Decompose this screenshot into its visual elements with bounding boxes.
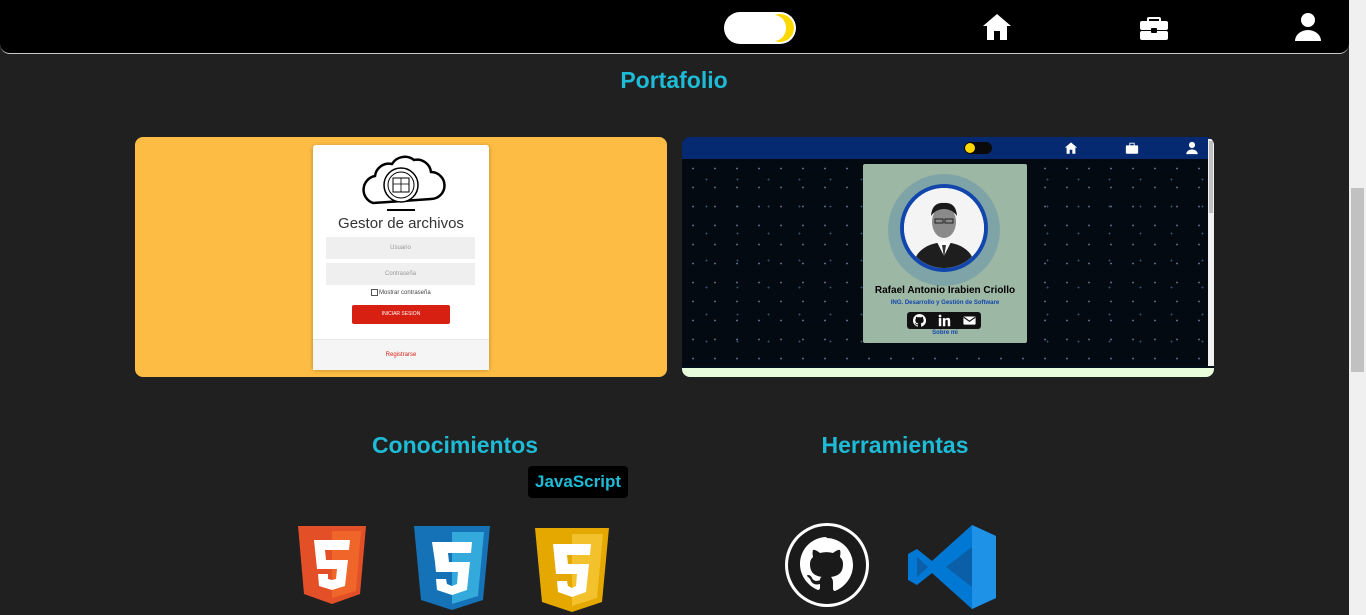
top-navbar xyxy=(0,0,1349,54)
login-button: INICIAR SESION xyxy=(352,305,450,324)
css3-icon[interactable] xyxy=(414,526,490,610)
about-link: Sobre mi xyxy=(932,330,958,336)
social-links xyxy=(907,312,981,329)
skill-tooltip: JavaScript xyxy=(528,466,628,498)
mini-scrollbar xyxy=(1208,139,1214,366)
github-icon[interactable] xyxy=(783,521,871,609)
username-field: Usuario xyxy=(326,237,475,259)
javascript-icon[interactable] xyxy=(535,528,609,612)
portfolio-heading: Portafolio xyxy=(620,67,728,93)
register-link: Registrarse xyxy=(313,339,489,370)
checkbox-icon xyxy=(371,289,378,296)
user-icon xyxy=(1185,141,1199,155)
project-card-personal-portfolio[interactable]: Rafael Antonio Irabien Criollo ING. Desa… xyxy=(682,137,1214,377)
password-field: Contraseña xyxy=(326,263,475,285)
login-title: Gestor de archivos xyxy=(338,215,464,232)
linkedin-icon xyxy=(938,314,951,327)
home-icon xyxy=(1064,141,1078,155)
theme-toggle[interactable] xyxy=(724,12,796,44)
profile-photo xyxy=(904,188,984,268)
tools-heading: Herramientas xyxy=(821,432,969,458)
user-icon[interactable] xyxy=(1292,11,1324,43)
project-card-file-manager[interactable]: Gestor de archivos Usuario Contraseña Mo… xyxy=(135,137,667,377)
profile-role: ING. Desarrollo y Gestión de Software xyxy=(890,300,1000,306)
vscode-icon[interactable] xyxy=(906,523,998,611)
profile-name: Rafael Antonio Irabien Criollo xyxy=(874,285,1016,296)
github-icon xyxy=(913,314,926,327)
mini-theme-toggle xyxy=(964,142,992,154)
briefcase-icon[interactable] xyxy=(1138,11,1170,43)
footer-strip xyxy=(682,368,1214,377)
briefcase-icon xyxy=(1125,141,1139,155)
home-icon[interactable] xyxy=(981,11,1013,43)
profile-card: Rafael Antonio Irabien Criollo ING. Desa… xyxy=(863,164,1027,343)
show-password-option: Mostrar contraseña xyxy=(371,289,431,296)
scrollbar-thumb[interactable] xyxy=(1351,188,1364,372)
cloud-logo-icon xyxy=(362,155,446,211)
mini-navbar xyxy=(682,137,1214,159)
mail-icon xyxy=(963,314,976,327)
moon-icon xyxy=(762,14,794,42)
login-screenshot: Gestor de archivos Usuario Contraseña Mo… xyxy=(313,145,489,370)
knowledge-heading: Conocimientos xyxy=(371,432,539,458)
profile-photo-ring xyxy=(888,174,1000,286)
html5-icon[interactable] xyxy=(298,526,366,604)
show-password-label: Mostrar contraseña xyxy=(379,290,431,297)
page-scrollbar[interactable] xyxy=(1349,0,1366,615)
